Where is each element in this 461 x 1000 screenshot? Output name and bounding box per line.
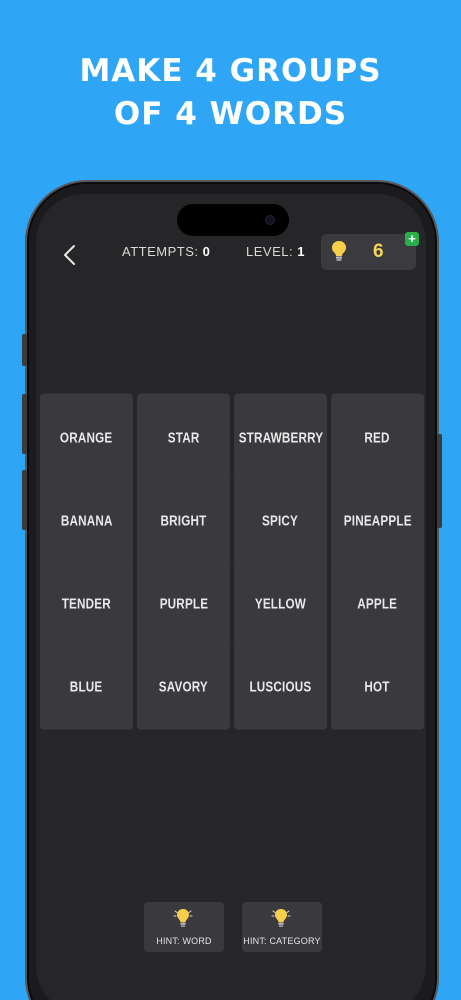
word-tile-label: STRAWBERRY xyxy=(238,428,323,446)
word-tile-label: SAVORY xyxy=(158,677,209,695)
phone-volume-down xyxy=(22,470,27,530)
word-tile[interactable]: SAVORY xyxy=(137,642,230,730)
promo-line-2: OF 4 WORDS xyxy=(113,96,348,132)
word-tile-label: PINEAPPLE xyxy=(343,511,412,529)
camera-icon xyxy=(265,215,275,225)
word-tile[interactable]: PINEAPPLE xyxy=(331,476,424,564)
lightbulb-icon xyxy=(173,909,193,927)
promo-line-1: MAKE 4 GROUPS xyxy=(79,53,382,89)
hint-count: 6 xyxy=(373,241,384,262)
word-tile-label: BLUE xyxy=(70,677,103,695)
word-tile-label: LUSCIOUS xyxy=(249,677,312,695)
attempts-counter: ATTEMPTS: 0 xyxy=(122,244,210,259)
word-tile-label: YELLOW xyxy=(254,594,307,612)
word-tile[interactable]: BLUE xyxy=(40,642,133,730)
promo-headline: MAKE 4 GROUPS OF 4 WORDS xyxy=(0,50,461,136)
word-tile[interactable]: STAR xyxy=(137,393,230,481)
word-tile-label: BRIGHT xyxy=(160,511,207,529)
chevron-left-icon xyxy=(64,245,75,265)
phone-silent-switch xyxy=(22,334,27,366)
word-tile[interactable]: ORANGE xyxy=(40,393,133,481)
word-tile-label: SPICY xyxy=(262,511,299,529)
word-tile[interactable]: BRIGHT xyxy=(137,476,230,564)
level-indicator: LEVEL: 1 xyxy=(246,244,305,259)
word-tile[interactable]: STRAWBERRY xyxy=(234,393,327,481)
word-tile-label: ORANGE xyxy=(60,428,113,446)
lightbulb-icon xyxy=(271,909,291,927)
attempts-value: 0 xyxy=(202,244,211,259)
word-tile[interactable]: HOT xyxy=(331,642,424,730)
word-tile[interactable]: SPICY xyxy=(234,476,327,564)
hint-category-label: HINT: CATEGORY xyxy=(243,936,321,946)
plus-icon: + xyxy=(408,231,416,246)
word-tile[interactable]: TENDER xyxy=(40,559,133,647)
word-tile[interactable]: APPLE xyxy=(331,559,424,647)
word-tile-label: APPLE xyxy=(357,594,398,612)
word-tile[interactable]: YELLOW xyxy=(234,559,327,647)
phone-volume-up xyxy=(22,394,27,454)
dynamic-island xyxy=(177,204,289,236)
word-grid: ORANGE STAR STRAWBERRY RED BANANA BRIGHT SPICY… xyxy=(40,393,424,730)
word-tile-label: HOT xyxy=(364,677,391,695)
word-tile[interactable]: LUSCIOUS xyxy=(234,642,327,730)
word-tile-label: STAR xyxy=(167,428,200,446)
level-value: 1 xyxy=(297,244,305,259)
word-tile[interactable]: RED xyxy=(331,393,424,481)
word-tile[interactable]: BANANA xyxy=(40,476,133,564)
word-tile-label: RED xyxy=(364,428,391,446)
level-label: LEVEL: xyxy=(246,244,294,259)
hint-category-button[interactable]: HINT: CATEGORY xyxy=(242,902,322,952)
word-tile[interactable]: PURPLE xyxy=(137,559,230,647)
attempts-label: ATTEMPTS: xyxy=(122,244,199,259)
phone-power-button xyxy=(437,434,442,528)
word-tile-label: TENDER xyxy=(61,594,112,612)
hint-counter[interactable]: 6 xyxy=(321,234,416,270)
lightbulb-icon xyxy=(332,241,346,261)
back-button[interactable] xyxy=(58,241,80,269)
word-tile-label: BANANA xyxy=(60,511,113,529)
hint-word-label: HINT: WORD xyxy=(156,936,212,946)
app-screen: ATTEMPTS: 0 LEVEL: 1 6 + ORANGE STAR STRAW… xyxy=(36,194,426,1000)
hint-word-button[interactable]: HINT: WORD xyxy=(144,902,224,952)
add-hints-button[interactable]: + xyxy=(405,232,419,246)
word-tile-label: PURPLE xyxy=(159,594,208,612)
